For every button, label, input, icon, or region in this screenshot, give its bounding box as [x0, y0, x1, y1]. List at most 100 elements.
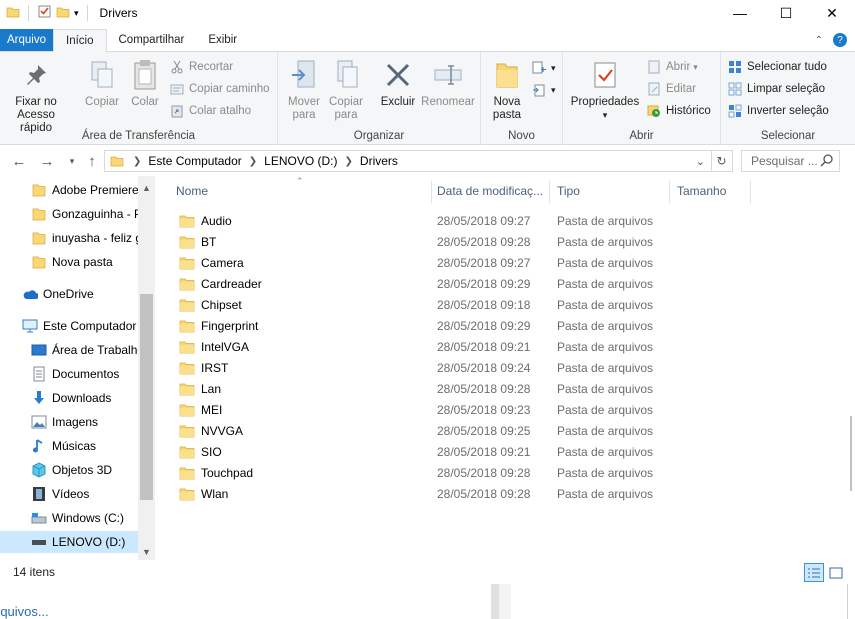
- nav-item-este-computador[interactable]: Este Computador: [0, 315, 140, 337]
- column-header-name[interactable]: Nome: [160, 176, 432, 206]
- group-label-new: Novo: [508, 130, 535, 142]
- table-row[interactable]: Cardreader 28/05/2018 09:29 Pasta de arqui…: [160, 273, 760, 294]
- folder-icon: [179, 257, 195, 269]
- tab-exibir[interactable]: Exibir: [196, 29, 249, 51]
- tab-inicio[interactable]: Início: [53, 29, 107, 52]
- address-bar[interactable]: ❯ Este Computador ❯ LENOVO (D:) ❯ Driver…: [104, 150, 712, 172]
- new-item-button[interactable]: ▾: [531, 58, 556, 78]
- nav-item-area-de-trabalho[interactable]: Área de Trabalho: [0, 339, 140, 361]
- breadcrumb-separator-icon[interactable]: ❯: [246, 156, 260, 167]
- recent-locations-chevron-icon[interactable]: ▾: [61, 150, 83, 172]
- scrollbar-thumb[interactable]: [850, 416, 852, 491]
- invert-selection-icon: [727, 103, 743, 119]
- copy-to-button[interactable]: Copiar para: [326, 58, 366, 122]
- table-row[interactable]: SIO 28/05/2018 09:21 Pasta de arquivos: [160, 441, 760, 462]
- scroll-up-arrow-icon[interactable]: ▲: [138, 179, 155, 196]
- nav-item-inuyasha[interactable]: inuyasha - feliz g: [0, 227, 140, 249]
- folder-icon: [31, 206, 47, 222]
- scrollbar-thumb[interactable]: [140, 294, 153, 500]
- table-row[interactable]: Audio 28/05/2018 09:27 Pasta de arquivos: [160, 210, 760, 231]
- table-row[interactable]: Wlan 28/05/2018 09:28 Pasta de arquivos: [160, 483, 760, 504]
- breadcrumb-separator-icon[interactable]: ❯: [342, 156, 356, 167]
- table-row[interactable]: Fingerprint 28/05/2018 09:29 Pasta de arqu…: [160, 315, 760, 336]
- file-date: 28/05/2018 09:28: [437, 234, 531, 249]
- select-none-button[interactable]: Limpar seleção: [727, 79, 825, 99]
- address-dropdown-icon[interactable]: ⌄: [696, 155, 705, 168]
- nav-item-downloads[interactable]: Downloads: [0, 387, 140, 409]
- nav-item-nova-pasta[interactable]: Nova pasta: [0, 251, 140, 273]
- move-to-button[interactable]: Mover para: [284, 58, 324, 122]
- select-all-button[interactable]: Selecionar tudo: [727, 57, 827, 77]
- up-arrow-icon[interactable]: ↑: [81, 150, 103, 172]
- table-row[interactable]: Chipset 28/05/2018 09:18 Pasta de arquivos: [160, 294, 760, 315]
- navigation-scrollbar[interactable]: ▲ ▼: [138, 176, 155, 560]
- nav-item-adobe-premiere[interactable]: Adobe Premiere: [0, 179, 140, 201]
- nav-item-objetos-3d[interactable]: Objetos 3D: [0, 459, 140, 481]
- column-header-size[interactable]: Tamanho: [662, 176, 751, 206]
- details-view-icon[interactable]: [804, 563, 824, 582]
- table-row[interactable]: Lan 28/05/2018 09:28 Pasta de arquivos: [160, 378, 760, 399]
- back-arrow-icon[interactable]: ←: [8, 150, 30, 172]
- refresh-icon[interactable]: ↻: [711, 150, 733, 172]
- collapse-ribbon-icon[interactable]: ⌃: [815, 35, 823, 46]
- edit-button[interactable]: Editar: [646, 79, 696, 99]
- breadcrumb-drivers[interactable]: Drivers: [356, 154, 402, 168]
- breadcrumb-este-computador[interactable]: Este Computador: [144, 154, 245, 168]
- file-date: 28/05/2018 09:25: [437, 423, 531, 438]
- help-icon[interactable]: ?: [833, 33, 847, 47]
- table-row[interactable]: IRST 28/05/2018 09:24 Pasta de arquivos: [160, 357, 760, 378]
- history-button[interactable]: Histórico: [646, 101, 711, 121]
- paste-shortcut-button[interactable]: Colar atalho: [169, 101, 251, 121]
- easy-access-button[interactable]: ▾: [531, 80, 556, 100]
- copy-path-button[interactable]: Copiar caminho: [169, 79, 270, 99]
- nav-item-windows-c[interactable]: Windows (C:): [0, 507, 140, 529]
- table-row[interactable]: IntelVGA 28/05/2018 09:21 Pasta de arquivo…: [160, 336, 760, 357]
- breadcrumb-lenovo-d[interactable]: LENOVO (D:): [260, 154, 341, 168]
- customize-qa-icon[interactable]: ▾: [74, 8, 79, 19]
- table-row[interactable]: NVVGA 28/05/2018 09:25 Pasta de arquivos: [160, 420, 760, 441]
- forward-arrow-icon[interactable]: →: [36, 150, 58, 172]
- column-header-type[interactable]: Tipo: [542, 176, 670, 206]
- nav-item-imagens[interactable]: Imagens: [0, 411, 140, 433]
- file-type: Pasta de arquivos: [557, 318, 654, 333]
- copy-label: Copiar: [85, 96, 119, 108]
- column-divider[interactable]: [750, 180, 751, 204]
- column-header-date[interactable]: Data de modificaç...: [422, 176, 550, 206]
- column-label: Nome: [176, 184, 209, 198]
- nav-item-onedrive[interactable]: OneDrive: [0, 283, 140, 305]
- open-button[interactable]: Abrir ▾: [646, 57, 698, 77]
- search-input[interactable]: Pesquisar ...: [741, 150, 840, 172]
- close-button[interactable]: ✕: [809, 0, 855, 26]
- tab-arquivo[interactable]: Arquivo: [0, 29, 53, 51]
- rename-button[interactable]: Renomear: [420, 58, 476, 109]
- table-row[interactable]: MEI 28/05/2018 09:23 Pasta de arquivos: [160, 399, 760, 420]
- nav-item-lenovo-d[interactable]: LENOVO (D:): [0, 531, 140, 553]
- cut-button[interactable]: Recortar: [169, 57, 233, 77]
- breadcrumb-separator-icon[interactable]: ❯: [130, 156, 144, 167]
- delete-button[interactable]: Excluir: [376, 58, 420, 109]
- file-list-scrollbar[interactable]: [846, 176, 855, 560]
- paste-button[interactable]: Colar: [126, 58, 164, 109]
- new-folder-button[interactable]: Nova pasta: [485, 58, 529, 122]
- invert-selection-button[interactable]: Inverter seleção: [727, 101, 829, 121]
- properties-qa-icon[interactable]: [37, 4, 52, 22]
- pin-quick-access-button[interactable]: Fixar no Acesso rápido: [4, 58, 68, 135]
- file-date: 28/05/2018 09:29: [437, 318, 531, 333]
- minimize-button[interactable]: —: [717, 0, 763, 26]
- new-folder-qa-icon[interactable]: [56, 5, 70, 22]
- properties-button[interactable]: Propriedades ▾: [569, 58, 641, 122]
- nav-item-documentos[interactable]: Documentos: [0, 363, 140, 385]
- group-open: Propriedades ▾ Abrir ▾ Editar Histórico …: [563, 52, 721, 145]
- scroll-down-arrow-icon[interactable]: ▼: [138, 543, 155, 560]
- table-row[interactable]: Touchpad 28/05/2018 09:28 Pasta de arquivo…: [160, 462, 760, 483]
- large-icons-view-icon[interactable]: [826, 563, 846, 582]
- nav-item-videos[interactable]: Vídeos: [0, 483, 140, 505]
- nav-item-gonzaguinha[interactable]: Gonzaguinha - P: [0, 203, 140, 225]
- nav-item-musicas[interactable]: Músicas: [0, 435, 140, 457]
- table-row[interactable]: BT 28/05/2018 09:28 Pasta de arquivos: [160, 231, 760, 252]
- table-row[interactable]: Camera 28/05/2018 09:27 Pasta de arquivos: [160, 252, 760, 273]
- copy-button[interactable]: Copiar: [82, 58, 122, 109]
- tab-compartilhar[interactable]: Compartilhar: [107, 29, 197, 51]
- file-type: Pasta de arquivos: [557, 339, 654, 354]
- maximize-button[interactable]: ☐: [763, 0, 809, 26]
